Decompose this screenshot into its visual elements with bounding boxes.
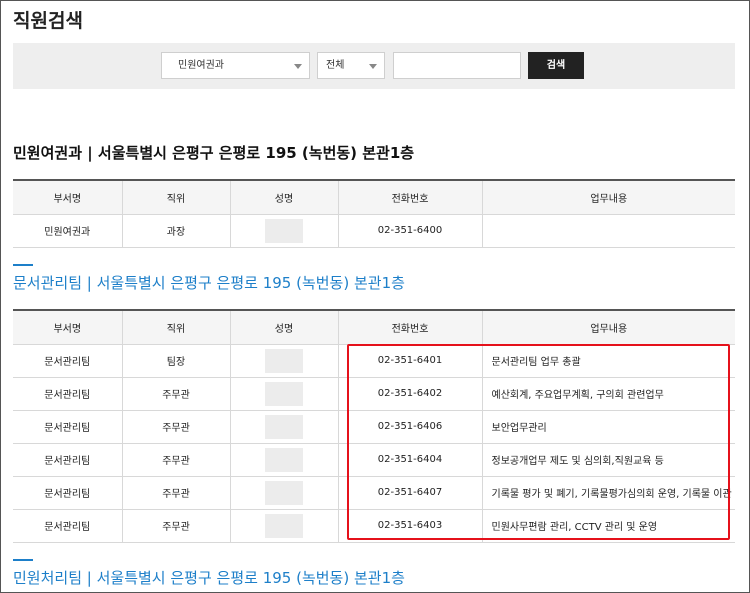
redacted-name <box>265 480 303 505</box>
header-dept: 부서명 <box>13 180 122 215</box>
cell-phone: 02-351-6400 <box>337 214 482 248</box>
section-title-civil-passport: 민원여권과 | 서울특별시 은평구 은평로 195 (녹번동) 본관1층 <box>13 144 415 162</box>
search-input[interactable] <box>393 52 521 79</box>
cell-name <box>229 476 338 510</box>
header-duty: 업무내용 <box>481 180 735 215</box>
cell-position: 과장 <box>121 214 230 248</box>
cell-position: 주무관 <box>121 410 230 444</box>
section-title-civil-processing: 민원처리팀 | 서울특별시 은평구 은평로 195 (녹번동) 본관1층 <box>13 569 405 587</box>
highlight-box <box>347 344 730 540</box>
header-position: 직위 <box>121 310 230 345</box>
redacted-name <box>265 447 303 472</box>
dept-select[interactable]: 민원여권과 <box>161 52 310 79</box>
header-name: 성명 <box>229 310 338 345</box>
cell-dept: 문서관리팀 <box>13 509 122 543</box>
header-phone: 전화번호 <box>337 180 482 215</box>
cell-dept: 문서관리팀 <box>13 443 122 477</box>
chevron-down-icon <box>294 64 302 69</box>
dept-select-value: 민원여권과 <box>178 60 224 71</box>
cell-duty <box>481 214 735 248</box>
header-phone: 전화번호 <box>337 310 482 345</box>
redacted-name <box>265 218 303 243</box>
redacted-name <box>265 381 303 406</box>
cell-dept: 문서관리팀 <box>13 344 122 378</box>
cell-name <box>229 344 338 378</box>
redacted-name <box>265 414 303 439</box>
section-accent-bar <box>13 264 33 266</box>
search-bar: 민원여권과 전체 검색 <box>13 43 735 89</box>
redacted-name <box>265 513 303 538</box>
cell-position: 주무관 <box>121 476 230 510</box>
cell-name <box>229 377 338 411</box>
table-row: 민원여권과 과장 02-351-6400 <box>13 214 735 248</box>
cell-position: 주무관 <box>121 509 230 543</box>
cell-name <box>229 410 338 444</box>
header-dept: 부서명 <box>13 310 122 345</box>
cell-dept: 문서관리팀 <box>13 476 122 510</box>
chevron-down-icon <box>369 64 377 69</box>
section-accent-bar <box>13 559 33 561</box>
search-button[interactable]: 검색 <box>528 52 584 79</box>
section-title-records: 문서관리팀 | 서울특별시 은평구 은평로 195 (녹번동) 본관1층 <box>13 274 405 292</box>
cell-dept: 문서관리팀 <box>13 377 122 411</box>
header-name: 성명 <box>229 180 338 215</box>
cell-name <box>229 214 338 248</box>
cell-position: 팀장 <box>121 344 230 378</box>
cell-position: 주무관 <box>121 443 230 477</box>
header-position: 직위 <box>121 180 230 215</box>
scope-select[interactable]: 전체 <box>317 52 385 79</box>
cell-dept: 민원여권과 <box>13 214 122 248</box>
page-title: 직원검색 <box>13 10 83 32</box>
staff-table-civil-passport: 부서명 직위 성명 전화번호 업무내용 민원여권과 과장 02-351-6400 <box>13 179 735 248</box>
redacted-name <box>265 348 303 373</box>
header-duty: 업무내용 <box>481 310 735 345</box>
cell-name <box>229 509 338 543</box>
cell-dept: 문서관리팀 <box>13 410 122 444</box>
cell-name <box>229 443 338 477</box>
cell-position: 주무관 <box>121 377 230 411</box>
scope-select-value: 전체 <box>326 60 345 71</box>
